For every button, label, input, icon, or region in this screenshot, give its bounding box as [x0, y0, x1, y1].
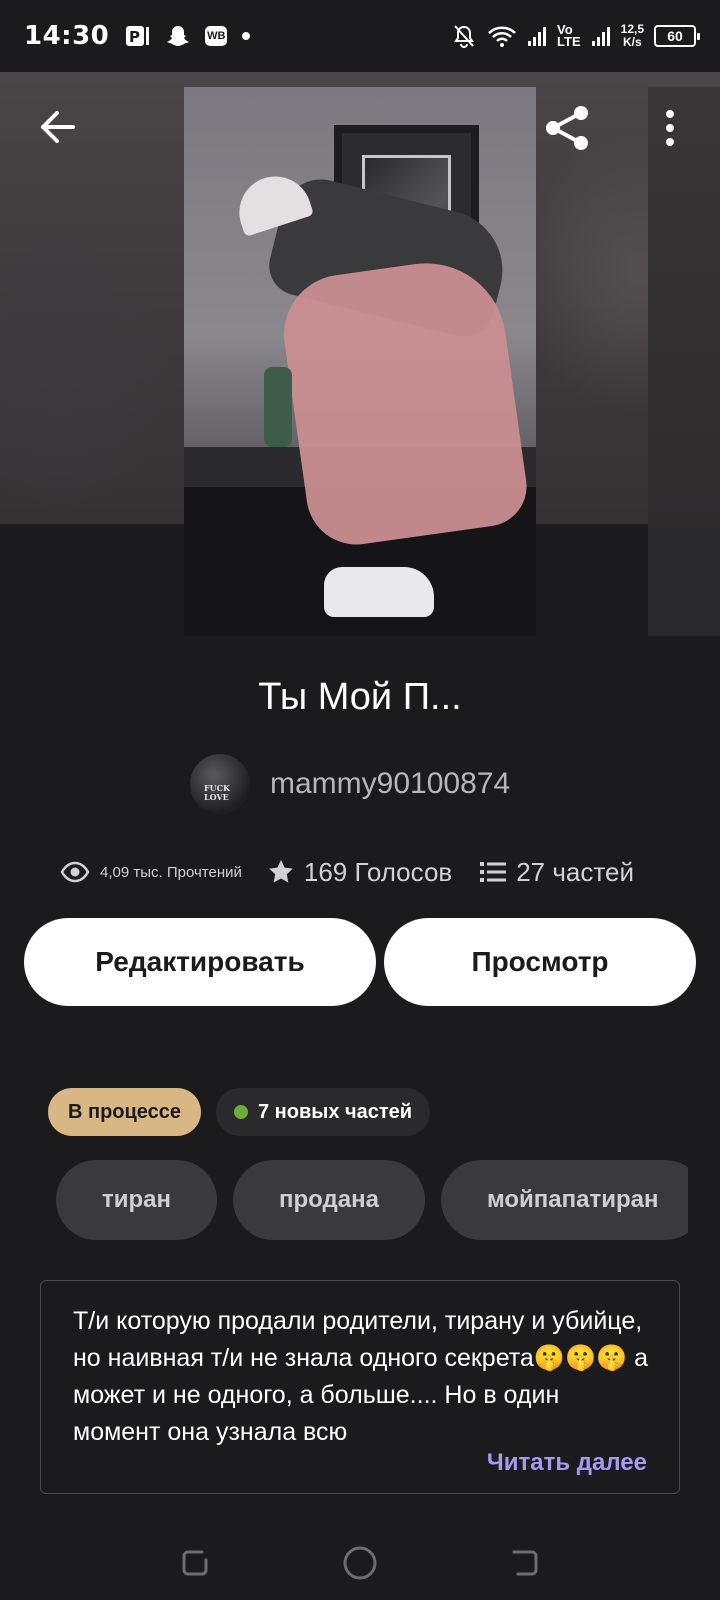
parts-stat: 27 частей	[480, 857, 634, 888]
back-nav-icon	[512, 1550, 538, 1575]
battery-icon: 60	[654, 25, 700, 47]
back-button[interactable]	[30, 100, 84, 154]
tag-item[interactable]: продана	[233, 1160, 425, 1240]
home-button[interactable]	[342, 1545, 378, 1586]
wifi-icon	[487, 24, 517, 48]
parking-icon: P	[125, 24, 151, 48]
description-box: Т/и которую продали родители, тирану и у…	[40, 1280, 680, 1494]
notification-icons: P WB	[125, 23, 251, 49]
svg-text:P: P	[129, 28, 140, 46]
story-stats: 4,09 тыс. Прочтений 169 Голосов 27 часте…	[60, 850, 680, 894]
system-nav-bar	[0, 1530, 720, 1600]
more-options-button[interactable]	[650, 100, 690, 156]
snapchat-icon	[165, 23, 191, 49]
recents-button[interactable]	[178, 1546, 212, 1585]
wb-icon: WB	[205, 26, 228, 46]
dot-icon	[241, 31, 251, 41]
parts-count: 27 частей	[516, 856, 634, 887]
system-icons: Vo LTE 12,5 K/s 60	[451, 22, 700, 49]
recents-icon	[182, 1550, 208, 1575]
avatar-text: FUCK LOVE	[204, 783, 230, 802]
new-parts-badge[interactable]: 7 новых частей	[216, 1088, 431, 1136]
signal-icon-2	[591, 25, 611, 47]
back-nav-button[interactable]	[508, 1546, 542, 1585]
tag-item[interactable]: тиран	[56, 1160, 218, 1240]
list-icon	[480, 862, 507, 882]
mute-bell-icon	[451, 23, 477, 49]
story-title: Ты Мой П...	[258, 676, 462, 718]
arrow-left-icon	[41, 111, 75, 143]
more-vertical-icon	[666, 110, 674, 146]
author-name[interactable]: mammy90100874	[270, 767, 510, 801]
avatar[interactable]: FUCK LOVE	[190, 754, 250, 814]
description-text: Т/и которую продали родители, тирану и у…	[73, 1307, 649, 1446]
status-badge: В процессе	[48, 1088, 202, 1136]
eye-icon	[60, 861, 90, 883]
author-row[interactable]: FUCK LOVE mammy90100874	[190, 754, 510, 814]
volte-indicator: Vo LTE	[557, 22, 581, 49]
network-speed: 12,5 K/s	[620, 22, 644, 49]
share-button[interactable]	[540, 100, 596, 156]
home-circle-icon	[343, 1546, 377, 1579]
signal-icon-1	[527, 25, 547, 47]
story-cover[interactable]	[184, 87, 536, 636]
reads-count: 4,09 тыс. Прочтений	[100, 863, 242, 881]
status-time: 14:30	[24, 21, 110, 51]
status-bar: 14:30 P WB Vo LTE 12,5 K/s 60	[0, 0, 720, 72]
tag-list: тиран продана мойпапатиран	[56, 1160, 688, 1240]
edit-button[interactable]: Редактировать	[24, 918, 376, 1006]
votes-stat: 169 Голосов	[268, 857, 452, 888]
share-icon	[546, 106, 588, 150]
new-indicator-dot	[234, 1105, 248, 1119]
read-more-link[interactable]: Читать далее	[487, 1449, 647, 1477]
tag-item[interactable]: мойпапатиран	[440, 1160, 688, 1240]
reads-stat: 4,09 тыс. Прочтений	[60, 861, 242, 883]
view-button[interactable]: Просмотр	[384, 918, 696, 1006]
star-icon	[269, 860, 293, 883]
new-parts-label: 7 новых частей	[258, 1100, 413, 1123]
votes-count: 169 Голосов	[303, 856, 453, 887]
